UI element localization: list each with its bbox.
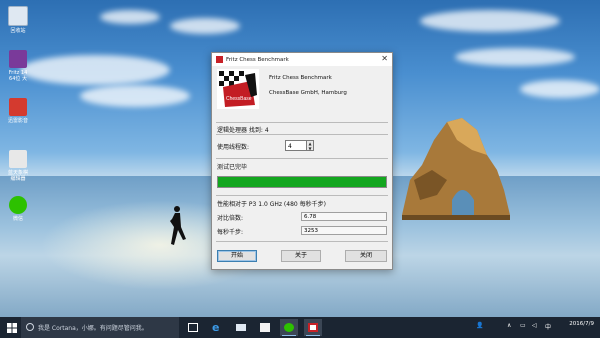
network-icon[interactable]: ▭ xyxy=(520,322,526,329)
desktop-icon-chess-app[interactable]: 蓝天象棋 编辑器 xyxy=(5,150,31,182)
threads-input[interactable]: 4 xyxy=(285,140,307,151)
people-icon[interactable]: 👤 xyxy=(476,322,483,329)
store-icon xyxy=(260,323,270,332)
fritz-icon xyxy=(308,323,318,332)
desktop-icon-label: Fritz 14 64位 大 xyxy=(8,70,28,82)
about-button[interactable]: 关于 xyxy=(281,250,321,262)
wechat-icon xyxy=(9,196,27,214)
wechat-icon xyxy=(284,323,294,332)
clock-date: 2016/7/9 xyxy=(569,321,594,327)
close-button[interactable]: 关闭 xyxy=(345,250,387,262)
window-title: Fritz Chess Benchmark xyxy=(226,56,289,63)
desktop-icon-label: 迅雷影音 xyxy=(7,118,28,124)
divider xyxy=(216,134,388,135)
cloud xyxy=(520,80,600,98)
cloud xyxy=(80,85,190,107)
title-bar[interactable]: Fritz Chess Benchmark ✕ xyxy=(212,53,392,66)
product-name: Fritz Chess Benchmark xyxy=(269,75,332,81)
fritz-icon xyxy=(9,50,27,68)
chevron-up-icon[interactable]: ∧ xyxy=(507,322,511,329)
cloud xyxy=(100,10,160,24)
store-button[interactable] xyxy=(256,319,274,336)
knps-label: 每秒千步: xyxy=(217,229,244,236)
cloud xyxy=(455,48,575,66)
ratio-label: 对比倍数: xyxy=(217,215,244,222)
mail-button[interactable] xyxy=(232,319,250,336)
windows-start-icon[interactable] xyxy=(7,323,17,333)
runner-silhouette xyxy=(170,206,186,245)
recycle-bin-icon xyxy=(8,6,28,26)
app-icon xyxy=(216,56,223,63)
progress-fill xyxy=(218,177,386,187)
input-language[interactable]: 中 xyxy=(545,322,551,331)
threads-stepper[interactable]: ▲ ▼ xyxy=(307,140,314,151)
player-icon xyxy=(9,98,27,116)
company-name: ChessBase GmbH, Hamburg xyxy=(269,90,347,96)
fritz-taskbar-button[interactable] xyxy=(304,319,322,336)
logo-text: ChessBase xyxy=(226,96,252,102)
desktop-icon-player[interactable]: 迅雷影音 xyxy=(5,98,31,124)
desktop-icon-label: 微信 xyxy=(12,216,23,222)
edge-button[interactable]: e xyxy=(208,319,226,336)
cortana-search-box[interactable]: 我是 Cortana，小娜。有问题尽管问我。 xyxy=(21,317,179,338)
desktop-icon-recycle-bin[interactable]: 回收站 xyxy=(5,6,31,34)
divider xyxy=(216,158,388,159)
threads-label: 使用线程数: xyxy=(217,144,250,151)
chess-app-icon xyxy=(9,150,27,168)
rock-formation xyxy=(402,118,510,220)
cloud xyxy=(420,10,560,32)
spin-down-icon[interactable]: ▼ xyxy=(307,146,313,151)
progress-bar xyxy=(217,176,387,188)
start-button[interactable]: 开始 xyxy=(217,250,257,262)
divider xyxy=(216,241,388,242)
desktop: 回收站 Fritz 14 64位 大 迅雷影音 蓝天象棋 编辑器 微信 Frit… xyxy=(0,0,600,338)
clock[interactable]: 2016/7/9 xyxy=(569,321,594,328)
knps-field: 3253 xyxy=(301,226,387,235)
benchmark-window: Fritz Chess Benchmark ✕ ChessBase Fritz … xyxy=(211,52,393,270)
close-icon[interactable]: ✕ xyxy=(381,54,388,63)
status-text: 测试已完毕 xyxy=(217,164,248,171)
cloud xyxy=(170,18,240,34)
task-view-icon xyxy=(188,323,198,332)
cloud xyxy=(20,55,170,85)
volume-icon[interactable]: ◁ xyxy=(532,322,537,329)
cortana-icon xyxy=(26,323,34,331)
edge-icon: e xyxy=(212,321,220,334)
ratio-field: 6.78 xyxy=(301,212,387,221)
divider xyxy=(216,122,388,123)
performance-label: 性能相对于 P3 1.0 GHz (480 每秒千步) xyxy=(217,201,326,208)
desktop-icon-label: 蓝天象棋 编辑器 xyxy=(7,170,28,182)
desktop-icon-label: 回收站 xyxy=(10,28,26,34)
task-view-button[interactable] xyxy=(184,319,202,336)
desktop-icon-fritz[interactable]: Fritz 14 64位 大 xyxy=(5,50,31,82)
wechat-taskbar-button[interactable] xyxy=(280,319,298,336)
desktop-icon-wechat[interactable]: 微信 xyxy=(5,196,31,222)
chessbase-logo: ChessBase xyxy=(217,69,259,109)
divider xyxy=(216,195,388,196)
search-placeholder: 我是 Cortana，小娜。有问题尽管问我。 xyxy=(38,325,148,332)
taskbar: 我是 Cortana，小娜。有问题尽管问我。 e 👤 ∧ ▭ ◁ 中 2016/… xyxy=(0,317,600,338)
mail-icon xyxy=(236,324,246,331)
logical-processors-text: 逻辑处理器 找到: 4 xyxy=(217,127,269,134)
